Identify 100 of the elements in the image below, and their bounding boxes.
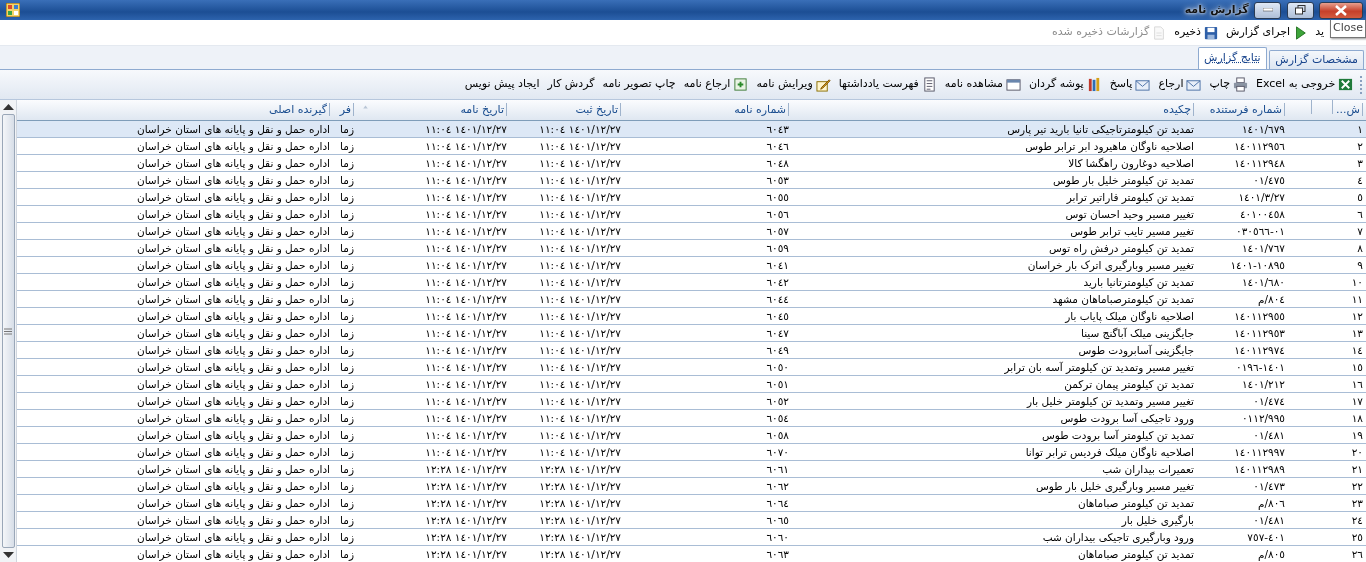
table-cell: اداره حمل و نقل و پایانه های استان خراسان	[17, 545, 333, 562]
table-cell: ١٤٠١/١٢/٢٧ ١١:٠٤	[510, 273, 624, 290]
toolbar-button[interactable]: چاپ تصویر نامه	[598, 76, 680, 93]
toolbar-button[interactable]: گردش کار	[543, 76, 599, 93]
column-header[interactable]: فر	[333, 100, 357, 120]
table-row[interactable]: ١١ ٨٠٤/م تمدید تن کیلومترصباماهان مشهد ٦٠٤٤ ١٤٠١/١٢/٢٧ ١١:٠٤ ١٤٠١/١٢/٢٧ ١١:٠٤ زما اداره حمل و نقل و پایانه های استان خراسان	[17, 290, 1366, 307]
table-row[interactable]: ٢١ ١٤٠١١٢٩٨٩ تعمیرات بیداران شب ٦٠٦١ ١٤٠١/١٢/٢٧ ١٢:٢٨ ١٤٠١/١٢/٢٧ ١٢:٢٨ زما اداره حمل و نقل و پایانه های استان خراسان	[17, 460, 1366, 477]
document-icon	[1152, 25, 1167, 40]
table-cell: ١٤٠١/١٢/٢٧ ١١:٠٤	[357, 307, 510, 324]
table-row[interactable]: ٨ ١٤٠١/٧٦٧ تمدید تن کیلومتر درفش راه توس ٦٠٥٩ ١٤٠١/١٢/٢٧ ١١:٠٤ ١٤٠١/١٢/٢٧ ١١:٠٤ زما اداره حمل و نقل و پایانه های استان خراسان	[17, 239, 1366, 256]
table-row[interactable]: ٢٢ ٠١/٤٧٣ تغییر مسیر وبارگیری خلیل بار طوس ٦٠٦٢ ١٤٠١/١٢/٢٧ ١٢:٢٨ ١٤٠١/١٢/٢٧ ١٢:٢٨ زما اداره حمل و نقل و پایانه های استان خراسان	[17, 477, 1366, 494]
table-cell: ١٢	[1336, 307, 1366, 324]
table-cell: ٦٠٤٨	[624, 154, 792, 171]
table-row[interactable]: ٧ ٠١-٠٣٠٥٦٦ تغییر مسیر تایب ترابر طوس ٦٠٥٧ ١٤٠١/١٢/٢٧ ١١:٠٤ ١٤٠١/١٢/٢٧ ١١:٠٤ زما اداره حمل و نقل و پایانه های استان خراسان	[17, 222, 1366, 239]
toolbar-button[interactable]: پوشه گردان	[1024, 76, 1106, 93]
table-cell: تغییر مسیر وتمدید تن کیلومتر آسه بان ترابر	[792, 358, 1197, 375]
minimize-icon	[1262, 8, 1273, 12]
table-cell: اداره حمل و نقل و پایانه های استان خراسان	[17, 511, 333, 528]
table-cell: ٣	[1336, 154, 1366, 171]
table-cell: اداره حمل و نقل و پایانه های استان خراسان	[17, 188, 333, 205]
table-row[interactable]: ٦ ٤٠١٠٠٤٥٨ تغییر مسیر وحید احسان توس ٦٠٥٦ ١٤٠١/١٢/٢٧ ١١:٠٤ ١٤٠١/١٢/٢٧ ١١:٠٤ زما اداره حمل و نقل و پایانه های استان خراسان	[17, 205, 1366, 222]
table-row[interactable]: ٥ ١٤٠١/٣/٢٧ تمدید تن کیلومتر فاراتیر ترابر ٦٠٥٥ ١٤٠١/١٢/٢٧ ١١:٠٤ ١٤٠١/١٢/٢٧ ١١:٠٤ زما اداره حمل و نقل و پایانه های استان خراسان	[17, 188, 1366, 205]
table-cell: اداره حمل و نقل و پایانه های استان خراسان	[17, 154, 333, 171]
table-cell: اداره حمل و نقل و پایانه های استان خراسان	[17, 324, 333, 341]
table-row[interactable]: ١٠ ١٤٠١/٦٨٠ تمدید تن کیلومترتانیا بارید ٦٠٤٢ ١٤٠١/١٢/٢٧ ١١:٠٤ ١٤٠١/١٢/٢٧ ١١:٠٤ زما اداره حمل و نقل و پایانه های استان خراسان	[17, 273, 1366, 290]
toolbar-button[interactable]: چاپ	[1205, 76, 1252, 93]
table-cell: ٦٠٦٠	[624, 528, 792, 545]
table-cell: ٨٠٤/م	[1197, 290, 1288, 307]
table-row[interactable]: ١٧ ٠١/٤٧٤ تغییر مسیر وتمدید تن کیلومتر خلیل بار ٦٠٥٢ ١٤٠١/١٢/٢٧ ١١:٠٤ ١٤٠١/١٢/٢٧ ١١:٠٤ زما اداره حمل و نقل و پایانه های استان خراسان	[17, 392, 1366, 409]
table-row[interactable]: ٢٣ ٨٠٦/م تمدید تن کیلومتر صباماهان ٦٠٦٤ ١٤٠١/١٢/٢٧ ١٢:٢٨ ١٤٠١/١٢/٢٧ ١٢:٢٨ زما اداره حمل و نقل و پایانه های استان خراسان	[17, 494, 1366, 511]
table-row[interactable]: ٢ ١٤٠١١٢٩٥٦ اصلاحیه ناوگان ماهیرود ابر ترابر طوس ٦٠٤٦ ١٤٠١/١٢/٢٧ ١١:٠٤ ١٤٠١/١٢/٢٧ ١١:٠٤ زما اداره حمل و نقل و پایانه های استان خراسان	[17, 137, 1366, 154]
table-row[interactable]: ٢٤ ٠١/٤٨١ بارگیری خلیل بار ٦٠٦٥ ١٤٠١/١٢/٢٧ ١٢:٢٨ ١٤٠١/١٢/٢٧ ١٢:٢٨ زما اداره حمل و نقل و پایانه های استان خراسان	[17, 511, 1366, 528]
table-cell: ١٤٠١/١٢/٢٧ ١١:٠٤	[510, 307, 624, 324]
table-row[interactable]: ٢٥ ٤٠١-٧٥٧ ورود وبارگیری تاجیکی بیداران شب ٦٠٦٠ ١٤٠١/١٢/٢٧ ١٢:٢٨ ١٤٠١/١٢/٢٧ ١٢:٢٨ زما اداره حمل و نقل و پایانه های استان خراسان	[17, 528, 1366, 545]
scrollbar[interactable]	[0, 100, 17, 562]
toolbar-button[interactable]: ید	[1311, 24, 1329, 41]
column-header[interactable]: شماره فرستنده	[1197, 100, 1288, 120]
table-row[interactable]: ١٦ ١٤٠١/٢١٢ تمدید تن کیلومتر پیمان ترکمن ٦٠٥١ ١٤٠١/١٢/٢٧ ١١:٠٤ ١٤٠١/١٢/٢٧ ١١:٠٤ زما اداره حمل و نقل و پایانه های استان خراسان	[17, 375, 1366, 392]
table-cell: بارگیری خلیل بار	[792, 511, 1197, 528]
table-cell: ٦٠٤١	[624, 256, 792, 273]
table-row[interactable]: ١٩ ٠١/٤٨١ تمدید تن کیلومتر آسا برودت طوس ٦٠٥٨ ١٤٠١/١٢/٢٧ ١١:٠٤ ١٤٠١/١٢/٢٧ ١١:٠٤ زما اداره حمل و نقل و پایانه های استان خراسان	[17, 426, 1366, 443]
table-cell: تمدید تن کیلومتر صباماهان	[792, 545, 1197, 562]
column-header[interactable]: شماره نامه	[624, 100, 792, 120]
tab[interactable]: مشخصات گزارش	[1269, 49, 1364, 69]
table-cell: زما	[333, 494, 357, 511]
table-row[interactable]: ٢٦ ٨٠٥/م تمدید تن کیلومتر صباماهان ٦٠٦٣ ١٤٠١/١٢/٢٧ ١٢:٢٨ ١٤٠١/١٢/٢٧ ١٢:٢٨ زما اداره حمل و نقل و پایانه های استان خراسان	[17, 545, 1366, 562]
scroll-down-icon[interactable]	[2, 551, 14, 560]
table-row[interactable]: ٩ ١٠٨٩٥-١٤٠١ تغییر مسیر وبارگیری اترک بار خراسان ٦٠٤١ ١٤٠١/١٢/٢٧ ١١:٠٤ ١٤٠١/١٢/٢٧ ١١:٠٤ زما اداره حمل و نقل و پایانه های استان خراسان	[17, 256, 1366, 273]
scroll-thumb[interactable]	[1, 113, 15, 549]
table-cell: ١٤٠١/١٢/٢٧ ١١:٠٤	[357, 188, 510, 205]
toolbar-button[interactable]: ارجاع نامه	[679, 76, 753, 93]
table-cell: اصلاحیه دوغارون راهگشا کالا	[792, 154, 1197, 171]
table-cell: اداره حمل و نقل و پایانه های استان خراسان	[17, 528, 333, 545]
table-row[interactable]: ٤ ٠١/٤٧٥ تمدید تن کیلومتر خلیل بار طوس ٦٠٥٣ ١٤٠١/١٢/٢٧ ١١:٠٤ ١٤٠١/١٢/٢٧ ١١:٠٤ زما اداره حمل و نقل و پایانه های استان خراسان	[17, 171, 1366, 188]
table-cell: اصلاحیه ناوگان میلک فردیس ترابر توانا	[792, 443, 1197, 460]
table-row[interactable]: ١٥ ١٤٠١-٠١٩٦ تغییر مسیر وتمدید تن کیلومتر آسه بان ترابر ٦٠٥٠ ١٤٠١/١٢/٢٧ ١١:٠٤ ١٤٠١/١٢/٢٧ ١١:٠٤ زما اداره حمل و نقل و پایانه های استان خراسان	[17, 358, 1366, 375]
envelope-icon	[1135, 77, 1151, 92]
toolbar-button[interactable]: پاسخ	[1105, 76, 1155, 93]
table-row[interactable]: ٢٠ ١٤٠١١٢٩٩٧ اصلاحیه ناوگان میلک فردیس ترابر توانا ٦٠٧٠ ١٤٠١/١٢/٢٧ ١١:٠٤ ١٤٠١/١٢/٢٧ ١١:٠٤ زما اداره حمل و نقل و پایانه های استان خراسان	[17, 443, 1366, 460]
table-cell: ١٤٠١/١٢/٢٧ ١١:٠٤	[510, 324, 624, 341]
column-header[interactable]: گیرنده اصلی	[17, 100, 333, 120]
column-header[interactable]: تاریخ نامه	[357, 100, 510, 120]
table-cell: ١٤٠١/١٢/٢٧ ١٢:٢٨	[510, 477, 624, 494]
column-header[interactable]: تاریخ ثبت	[510, 100, 624, 120]
toolbar-button[interactable]: ایجاد پیش نویس	[460, 76, 544, 93]
column-header[interactable]: چکیده	[792, 100, 1197, 120]
table-cell: تغییر مسیر تایب ترابر طوس	[792, 222, 1197, 239]
table-row[interactable]: ٣ ١٤٠١١٢٩٤٨ اصلاحیه دوغارون راهگشا کالا ٦٠٤٨ ١٤٠١/١٢/٢٧ ١١:٠٤ ١٤٠١/١٢/٢٧ ١١:٠٤ زما اداره حمل و نقل و پایانه های استان خراسان	[17, 154, 1366, 171]
table-cell: ١٤٠١/١٢/٢٧ ١٢:٢٨	[357, 545, 510, 562]
table-cell: اداره حمل و نقل و پایانه های استان خراسان	[17, 409, 333, 426]
tab[interactable]: نتایج گزارش	[1198, 47, 1267, 69]
table-cell: ٦٠٤٤	[624, 290, 792, 307]
table-row[interactable]: ١ ١٤٠١/٦٧٩ تمدید تن کیلومترتاجیکی تانیا بارید تیر پارس ٦٠٤٣ ١٤٠١/١٢/٢٧ ١١:٠٤ ١٤٠١/١٢/٢٧ ١١:٠٤ زما اداره حمل و نقل و پایانه های استان خراسان	[17, 120, 1366, 137]
toolbar-button[interactable]: ارجاع	[1154, 76, 1206, 93]
toolbar-button[interactable]: اجرای گزارش	[1222, 24, 1312, 41]
table-row[interactable]: ١٢ ١٤٠١١٢٩٥٥ اصلاحیه ناوگان میلک پایاب بار ٦٠٤٥ ١٤٠١/١٢/٢٧ ١١:٠٤ ١٤٠١/١٢/٢٧ ١١:٠٤ زما اداره حمل و نقل و پایانه های استان خراسان	[17, 307, 1366, 324]
table-cell: ٦٠٦٣	[624, 545, 792, 562]
column-header[interactable]: ش...	[1336, 100, 1366, 120]
table-cell: ١٤٠١/١٢/٢٧ ١١:٠٤	[357, 290, 510, 307]
table-row[interactable]: ١٨ ٠١١٢/٩٩٥ ورود تاجیکی آسا برودت طوس ٦٠٥٤ ١٤٠١/١٢/٢٧ ١١:٠٤ ١٤٠١/١٢/٢٧ ١١:٠٤ زما اداره حمل و نقل و پایانه های استان خراسان	[17, 409, 1366, 426]
toolbar-button[interactable]: ویرایش نامه	[752, 76, 835, 93]
toolbar-button[interactable]: ذخیره	[1170, 24, 1222, 41]
restore-button[interactable]	[1286, 1, 1314, 19]
table-cell: زما	[333, 545, 357, 562]
table-cell: ١٤٠١/١٢/٢٧ ١١:٠٤	[357, 154, 510, 171]
table-row[interactable]: ١٤ ١٤٠١١٢٩٧٤ جایگزینی آسابرودت طوس ٦٠٤٩ ١٤٠١/١٢/٢٧ ١١:٠٤ ١٤٠١/١٢/٢٧ ١١:٠٤ زما اداره حمل و نقل و پایانه های استان خراسان	[17, 341, 1366, 358]
table-row[interactable]: ١٣ ١٤٠١١٢٩٥٣ جایگزینی میلک آباگنج سینا ٦٠٤٧ ١٤٠١/١٢/٢٧ ١١:٠٤ ١٤٠١/١٢/٢٧ ١١:٠٤ زما اداره حمل و نقل و پایانه های استان خراسان	[17, 324, 1366, 341]
scroll-up-icon[interactable]	[2, 102, 14, 111]
table-cell: اصلاحیه ناوگان ماهیرود ابر ترابر طوس	[792, 137, 1197, 154]
table-cell: ١٤٠١/١٢/٢٧ ١١:٠٤	[357, 205, 510, 222]
table-cell: ١٤٠١/١٢/٢٧ ١١:٠٤	[510, 392, 624, 409]
toolbar-button[interactable]: فهرست یادداشتها	[834, 76, 941, 93]
toolbar-button[interactable]: خروجی به Excel	[1252, 76, 1358, 93]
close-button[interactable]	[1319, 1, 1364, 19]
table-cell: ١٤٠١/١٢/٢٧ ١١:٠٤	[357, 137, 510, 154]
table-cell: ١٤٠١/١٢/٢٧ ١١:٠٤	[510, 239, 624, 256]
minimize-button[interactable]	[1254, 1, 1282, 19]
table-cell: ١٨	[1336, 409, 1366, 426]
table-cell: ٦٠٤٢	[624, 273, 792, 290]
toolbar-button[interactable]: مشاهده نامه	[940, 76, 1025, 93]
